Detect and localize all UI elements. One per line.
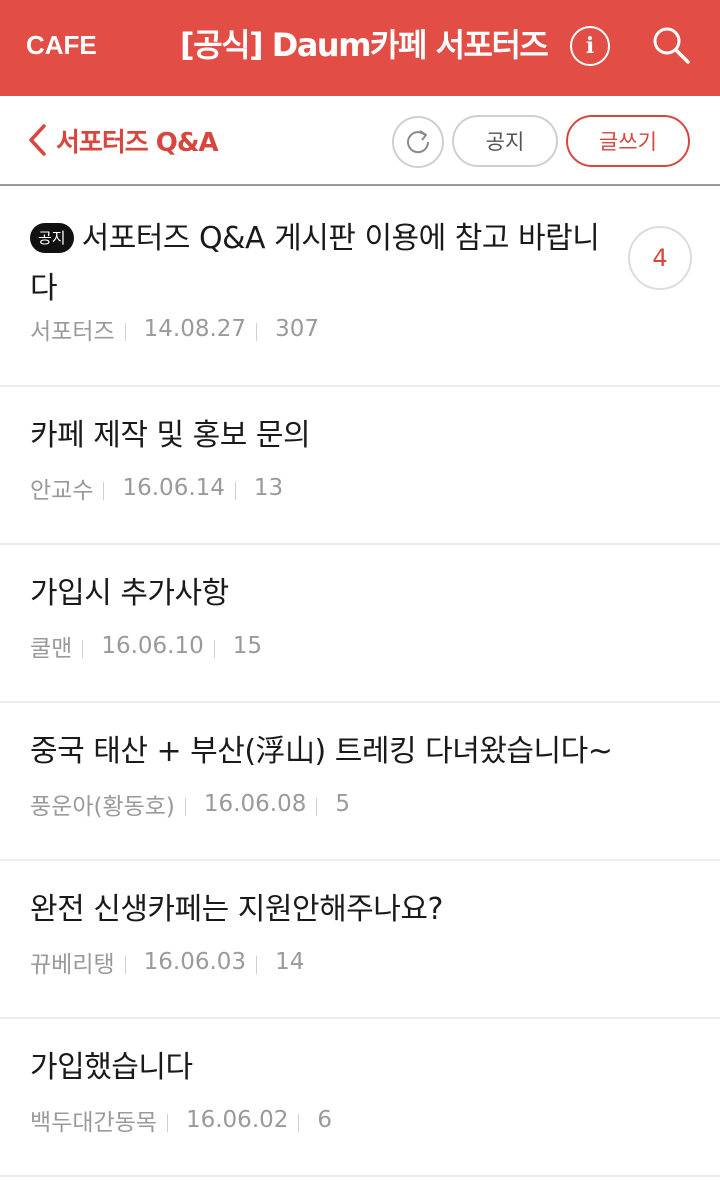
divider (103, 482, 105, 500)
post-views: 14 (275, 949, 305, 975)
post-meta: 뀨베리탱 16.06.03 14 (30, 945, 304, 979)
post-date: 16.06.10 (101, 633, 204, 659)
post-title[interactable]: 카페 제작 및 홍보 문의 (30, 411, 311, 461)
divider (166, 1114, 168, 1132)
cafe-logo[interactable]: CAFE (26, 28, 97, 62)
post-list: 공지 서포터즈 Q&A 게시판 이용에 참고 바랍니다 서포터즈 14.08.27… (0, 186, 720, 1177)
divider (316, 798, 318, 816)
board-toolbar: 서포터즈 Q&A 공지 글쓰기 (0, 96, 720, 186)
post-title-text: 서포터즈 Q&A 게시판 이용에 참고 바랍니다 (30, 221, 600, 306)
post-date: 14.08.27 (143, 316, 247, 342)
post-views: 307 (275, 316, 319, 342)
info-icon[interactable]: i (570, 26, 610, 66)
notice-filter-button[interactable]: 공지 (452, 115, 558, 167)
refresh-icon (407, 130, 430, 154)
list-item[interactable]: 카페 제작 및 홍보 문의 안교수 16.06.14 13 (0, 387, 720, 545)
post-meta: 서포터즈 14.08.27 307 (30, 312, 319, 346)
divider (184, 798, 186, 816)
post-views: 13 (253, 475, 284, 501)
chevron-left-icon (29, 124, 46, 156)
list-item[interactable]: 완전 신생카페는 지원안해주나요? 뀨베리탱 16.06.03 14 (0, 861, 720, 1019)
write-button[interactable]: 글쓰기 (566, 115, 690, 167)
post-meta: 백두대간동목 16.06.02 6 (30, 1103, 332, 1137)
divider (256, 956, 258, 974)
list-item[interactable]: 중국 태산 + 부산(浮山) 트레킹 다녀왔습니다~ 풍운아(황동호) 16.0… (0, 703, 720, 861)
post-author: 백두대간동목 (30, 1110, 157, 1136)
post-date: 16.06.14 (122, 475, 225, 501)
post-author: 쿨맨 (30, 636, 73, 662)
post-author: 뀨베리탱 (30, 952, 115, 978)
list-item[interactable]: 공지 서포터즈 Q&A 게시판 이용에 참고 바랍니다 서포터즈 14.08.27… (0, 186, 720, 387)
search-icon[interactable] (650, 24, 692, 66)
divider (124, 956, 126, 974)
cafe-title[interactable]: [공식] Daum카페 서포터즈 (180, 22, 549, 68)
post-title[interactable]: 가입했습니다 (30, 1043, 193, 1093)
post-meta: 안교수 16.06.14 13 (30, 471, 283, 505)
post-title[interactable]: 공지 서포터즈 Q&A 게시판 이용에 참고 바랍니다 (30, 214, 610, 314)
post-date: 16.06.02 (185, 1107, 289, 1133)
divider (82, 640, 84, 658)
post-author: 안교수 (30, 478, 94, 504)
divider (298, 1114, 300, 1132)
divider (234, 482, 236, 500)
post-views: 15 (232, 633, 263, 659)
comment-count-badge[interactable]: 4 (628, 226, 692, 290)
refresh-button[interactable] (392, 116, 444, 168)
post-date: 16.06.08 (203, 791, 307, 817)
list-item[interactable]: 가입시 추가사항 쿨맨 16.06.10 15 (0, 545, 720, 703)
post-title[interactable]: 가입시 추가사항 (30, 569, 229, 619)
post-title[interactable]: 중국 태산 + 부산(浮山) 트레킹 다녀왔습니다~ (30, 727, 613, 777)
back-button[interactable]: 서포터즈 Q&A (26, 120, 219, 160)
post-views: 5 (335, 791, 350, 817)
board-name: 서포터즈 Q&A (56, 127, 219, 158)
post-author: 풍운아(황동호) (30, 794, 175, 820)
post-views: 6 (317, 1107, 333, 1133)
post-meta: 쿨맨 16.06.10 15 (30, 629, 262, 663)
post-author: 서포터즈 (30, 319, 115, 345)
notice-badge: 공지 (30, 223, 74, 253)
divider (256, 323, 258, 341)
divider (124, 323, 126, 341)
list-item[interactable]: 가입했습니다 백두대간동목 16.06.02 6 (0, 1019, 720, 1177)
post-meta: 풍운아(황동호) 16.06.08 5 (30, 787, 350, 821)
divider (213, 640, 215, 658)
post-title[interactable]: 완전 신생카페는 지원안해주나요? (30, 885, 443, 935)
top-bar: CAFE [공식] Daum카페 서포터즈 i (0, 0, 720, 96)
post-date: 16.06.03 (143, 949, 247, 975)
